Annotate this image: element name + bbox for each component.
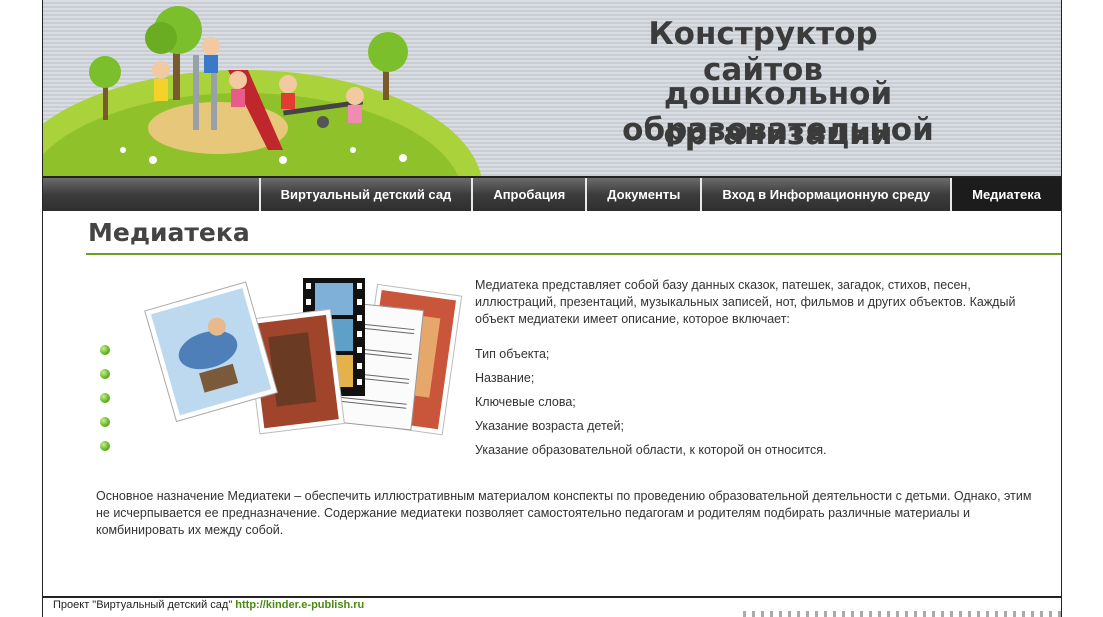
list-item: Название; — [475, 371, 535, 385]
object-attributes-list: Тип объекта; Название; Ключевые слова; У… — [475, 346, 826, 466]
footer-project-text: Проект "Виртуальный детский сад" — [53, 599, 233, 611]
list-item: Указание возраста детей; — [475, 419, 624, 433]
footer: Проект "Виртуальный детский сад" http://… — [53, 598, 364, 612]
title-underline — [86, 253, 1061, 255]
bullet-icon — [100, 393, 110, 403]
page-frame: Конструктор сайтов дошкольной образовате… — [42, 0, 1062, 617]
list-item: Ключевые слова; — [475, 395, 576, 409]
bullet-list-markers — [100, 345, 110, 465]
playground-illustration — [43, 6, 482, 176]
site-title-line-3: организации — [663, 116, 893, 152]
footer-link[interactable]: http://kinder.e-publish.ru — [235, 599, 364, 611]
media-collage-image — [144, 278, 463, 436]
nav-item-media-library[interactable]: Медиатека — [950, 178, 1061, 211]
bullet-icon — [100, 417, 110, 427]
bullet-icon — [100, 369, 110, 379]
list-item: Указание образовательной области, к кото… — [475, 443, 827, 457]
page-title: Медиатека — [88, 218, 250, 247]
nav-item-approbation[interactable]: Апробация — [471, 178, 585, 211]
media-library-description: Медиатека представляет собой базу данных… — [475, 278, 1016, 326]
nav-item-documents[interactable]: Документы — [585, 178, 700, 211]
list-item: Тип объекта; — [475, 347, 550, 361]
site-header: Конструктор сайтов дошкольной образовате… — [43, 0, 1061, 178]
footer-cutoff-text — [743, 611, 1061, 617]
purpose-paragraph: Основное назначение Медиатеки – обеспечи… — [96, 489, 1032, 537]
bullet-icon — [100, 345, 110, 355]
main-navigation: Виртуальный детский сад Апробация Докуме… — [43, 178, 1061, 211]
nav-item-virtual-kindergarten[interactable]: Виртуальный детский сад — [258, 178, 472, 211]
bullet-icon — [100, 441, 110, 451]
nav-item-info-environment-login[interactable]: Вход в Информационную среду — [700, 178, 950, 211]
